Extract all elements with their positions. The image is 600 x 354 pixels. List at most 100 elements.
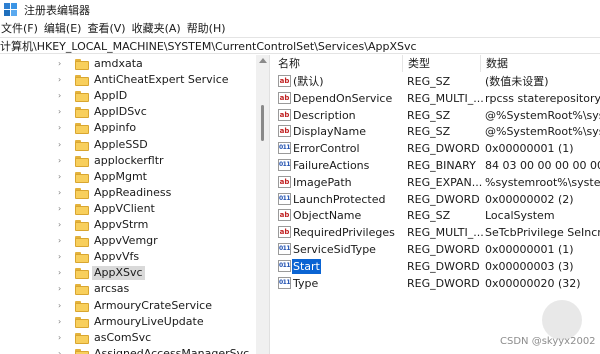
tree-item[interactable]: › AppID xyxy=(0,88,250,104)
tree-item[interactable]: › AntiCheatExpert Service xyxy=(0,72,250,88)
folder-icon xyxy=(75,91,89,103)
menu-view[interactable]: 查看(V) xyxy=(86,20,130,36)
title-bar: 注册表编辑器 xyxy=(0,0,600,19)
value-row[interactable]: 011 Start REG_DWORD 0x00000003 (3) xyxy=(273,258,600,275)
registry-editor-icon xyxy=(4,3,18,16)
value-row[interactable]: 011 Type REG_DWORD 0x00000020 (32) xyxy=(273,275,600,292)
tree-item[interactable]: › Appinfo xyxy=(0,120,250,136)
tree-item-label: ArmouryLiveUpdate xyxy=(94,314,204,328)
value-name: ImagePath xyxy=(293,175,352,189)
string-value-icon: ab xyxy=(278,108,291,121)
binary-value-icon: 011 xyxy=(278,259,291,272)
value-row[interactable]: abDescription REG_SZ @%SystemRoot%\system xyxy=(273,107,600,124)
value-type: REG_DWORD xyxy=(407,259,480,273)
binary-value-icon: 011 xyxy=(278,192,291,205)
expand-arrow-icon[interactable]: › xyxy=(58,60,66,68)
expand-arrow-icon[interactable]: › xyxy=(58,108,66,116)
folder-icon xyxy=(75,107,89,119)
tree-item[interactable]: › AppReadiness xyxy=(0,185,250,201)
tree-item[interactable]: › AppMgmt xyxy=(0,169,250,185)
value-row[interactable]: ab ObjectName REG_SZ LocalSystem xyxy=(273,207,600,224)
folder-icon xyxy=(75,171,89,183)
value-row[interactable]: ab (默认) REG_SZ (数值未设置) xyxy=(273,73,600,90)
expand-arrow-icon[interactable]: › xyxy=(58,221,66,229)
string-value-icon: ab xyxy=(278,226,291,239)
tree-item-label: applockerfltr xyxy=(94,153,164,167)
expand-arrow-icon[interactable]: › xyxy=(58,140,66,149)
expand-arrow-icon[interactable]: › xyxy=(58,188,66,197)
expand-arrow-icon[interactable]: › xyxy=(58,285,66,293)
expand-arrow-icon[interactable]: › xyxy=(58,317,66,326)
expand-arrow-icon[interactable]: › xyxy=(58,269,66,277)
expand-arrow-icon[interactable]: › xyxy=(58,349,66,354)
folder-icon xyxy=(75,203,89,215)
tree-item[interactable]: › amdxata xyxy=(0,56,250,72)
value-row[interactable]: ab DependOnService REG_MULTI_... rpcss stat… xyxy=(273,90,600,107)
tree-item[interactable]: › applockerfltr xyxy=(0,153,250,169)
value-row[interactable]: 011 FailureActions REG_BINARY 84 03 00 00 0… xyxy=(273,157,600,174)
menu-help[interactable]: 帮助(H) xyxy=(186,20,231,36)
value-data: 0x00000003 (3) xyxy=(485,259,574,273)
tree-item[interactable]: › AppXSvc xyxy=(0,265,250,281)
tree-item-label: asComSvc xyxy=(94,330,152,344)
expand-arrow-icon[interactable]: › xyxy=(58,124,66,132)
expand-arrow-icon[interactable]: › xyxy=(58,237,66,245)
column-header-name[interactable]: 名称 xyxy=(273,55,403,72)
folder-icon xyxy=(75,220,89,231)
tree-item[interactable]: › AppIDSvc xyxy=(0,104,250,120)
value-row[interactable]: 011 ErrorControl REG_DWORD 0x00000001 (1) xyxy=(273,140,600,157)
column-header-type[interactable]: 类型 xyxy=(403,55,481,72)
tree-item[interactable]: › AppleSSD xyxy=(0,137,250,153)
tree-item[interactable]: › AssignedAccessManagerSvc xyxy=(0,346,250,354)
tree-item[interactable]: › AppVClient xyxy=(0,201,250,217)
expand-arrow-icon[interactable]: › xyxy=(58,76,66,84)
binary-value-icon: 011 xyxy=(278,142,291,155)
value-data: SeTcbPrivilege SeIncrease xyxy=(485,226,600,240)
address-bar[interactable]: 计算机\HKEY_LOCAL_MACHINE\SYSTEM\CurrentCon… xyxy=(0,37,600,54)
value-type: REG_DWORD xyxy=(407,276,480,290)
value-type: REG_SZ xyxy=(407,108,451,122)
column-header-data[interactable]: 数据 xyxy=(481,55,600,72)
tree-item[interactable]: › ArmouryCrateService xyxy=(0,298,250,314)
value-name: Description xyxy=(293,108,356,122)
tree-item[interactable]: › asComSvc xyxy=(0,330,250,346)
key-tree[interactable]: › amdxata › AntiCheatExpert Service › AppID › A… xyxy=(0,55,256,354)
tree-item[interactable]: › ArmouryLiveUpdate xyxy=(0,314,250,330)
value-type: REG_MULTI_... xyxy=(407,226,484,240)
value-type: REG_SZ xyxy=(407,75,451,88)
scrollbar-thumb[interactable] xyxy=(261,105,264,141)
scroll-up-arrow-icon[interactable] xyxy=(259,58,267,63)
value-name: ErrorControl xyxy=(293,142,360,156)
tree-item[interactable]: › AppvVfs xyxy=(0,249,250,265)
value-row[interactable]: abDisplayName REG_SZ @%SystemRoot%\system xyxy=(273,123,600,140)
tree-item[interactable]: › AppvStrm xyxy=(0,217,250,233)
value-data: %systemroot%\system32 xyxy=(485,175,600,189)
value-row[interactable]: ab RequiredPrivileges REG_MULTI_... SeTcbPr… xyxy=(273,224,600,241)
value-name: LaunchProtected xyxy=(293,192,386,206)
value-row[interactable]: 011 ServiceSidType REG_DWORD 0x00000001 (1) xyxy=(273,241,600,258)
expand-arrow-icon[interactable]: › xyxy=(58,301,66,310)
binary-value-icon: 011 xyxy=(278,159,291,171)
value-data: LocalSystem xyxy=(485,209,555,223)
menu-file[interactable]: 文件(F) xyxy=(0,20,43,36)
menu-edit[interactable]: 编辑(E) xyxy=(43,20,87,36)
expand-arrow-icon[interactable]: › xyxy=(58,92,66,100)
value-row[interactable]: 011 LaunchProtected REG_DWORD 0x00000002 (2… xyxy=(273,191,600,208)
value-row[interactable]: ab ImagePath REG_EXPAN... %systemroot%\syst… xyxy=(273,174,600,191)
tree-item-label: AppvStrm xyxy=(94,218,149,231)
expand-arrow-icon[interactable]: › xyxy=(58,156,66,165)
value-data: 0x00000001 (1) xyxy=(485,243,574,256)
value-type: REG_SZ xyxy=(407,125,451,139)
tree-item[interactable]: › AppvVemgr xyxy=(0,233,250,249)
value-type: REG_SZ xyxy=(407,209,451,223)
expand-arrow-icon[interactable]: › xyxy=(58,333,66,342)
watermark-logo-icon xyxy=(542,300,582,340)
tree-scrollbar[interactable] xyxy=(256,55,269,354)
menu-favorites[interactable]: 收藏夹(A) xyxy=(131,20,186,36)
expand-arrow-icon[interactable]: › xyxy=(58,204,66,213)
expand-arrow-icon[interactable]: › xyxy=(58,172,66,181)
tree-item[interactable]: › arcsas xyxy=(0,281,250,297)
folder-icon xyxy=(75,300,89,312)
expand-arrow-icon[interactable]: › xyxy=(58,253,66,261)
string-value-icon: ab xyxy=(278,175,291,188)
